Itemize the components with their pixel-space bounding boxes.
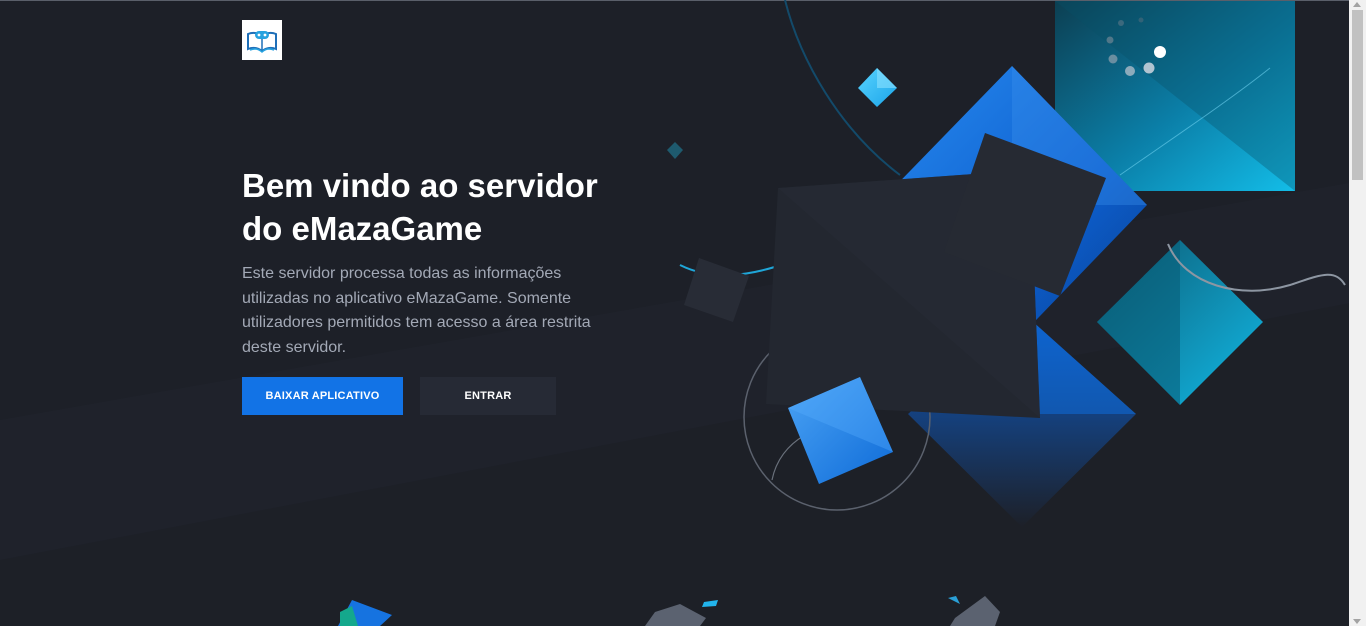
page-title: Bem vindo ao servidor do eMazaGame: [242, 164, 662, 250]
scroll-up-icon[interactable]: [1353, 2, 1361, 7]
login-button[interactable]: ENTRAR: [420, 377, 556, 415]
download-app-button[interactable]: BAIXAR APLICATIVO: [242, 377, 403, 415]
page-title-line-2: do eMazaGame: [242, 210, 483, 247]
tiny-gem: [667, 142, 683, 159]
scrollbar-thumb[interactable]: [1352, 10, 1363, 180]
dot: [1106, 36, 1114, 44]
page-title-line-1: Bem vindo ao servidor: [242, 167, 598, 204]
dot: [1154, 46, 1166, 58]
landing-page: Bem vindo ao servidor do eMazaGame Este …: [0, 0, 1366, 626]
dot: [1118, 20, 1124, 26]
dot: [1108, 54, 1118, 64]
vertical-scrollbar[interactable]: [1349, 0, 1366, 626]
dot: [1125, 66, 1135, 76]
dot: [1138, 17, 1144, 23]
cyan-gem-facet: [877, 68, 897, 88]
brand-logo[interactable]: [242, 20, 282, 60]
hero-illustration: [0, 0, 1366, 626]
scroll-down-icon[interactable]: [1353, 619, 1361, 624]
hero-description: Este servidor processa todas as informaç…: [242, 265, 591, 356]
open-book-gamepad-icon: [247, 31, 277, 54]
dot: [1143, 62, 1155, 74]
